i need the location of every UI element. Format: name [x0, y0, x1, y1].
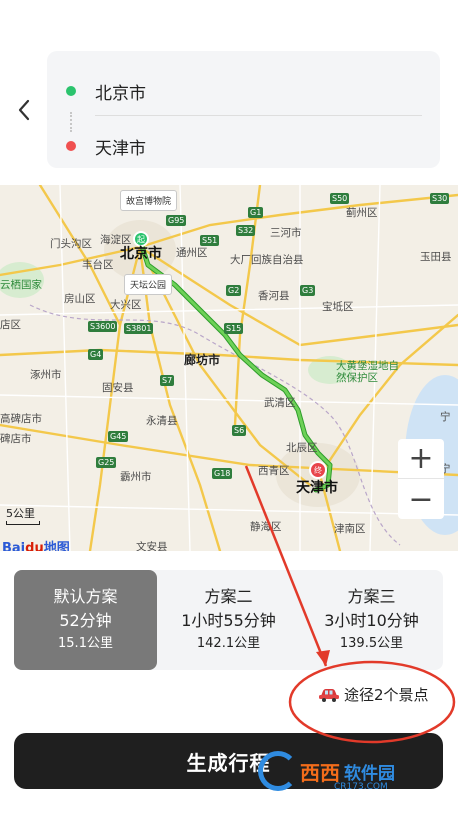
plan-option-two[interactable]: 方案二 1小时55分钟 142.1公里 — [157, 570, 300, 670]
road-shield: S30 — [430, 193, 450, 204]
baidu-logo-du: du — [25, 541, 44, 551]
end-marker-label: 终 — [314, 465, 322, 475]
plan-options: 默认方案 52分钟 15.1公里 方案二 1小时55分钟 142.1公里 方案三… — [14, 570, 443, 670]
road-shield: S51 — [200, 235, 220, 246]
plan-name: 方案三 — [347, 587, 396, 606]
map-label-dian2: 店区 — [0, 319, 21, 331]
start-dot-icon — [66, 86, 76, 96]
road-shield: G3 — [300, 285, 316, 296]
road-shield: S50 — [330, 193, 350, 204]
map-scale-bar — [6, 521, 40, 525]
zoom-out-button[interactable]: − — [398, 479, 444, 519]
road-shield: S3801 — [124, 323, 154, 334]
plan-option-three[interactable]: 方案三 3小时10分钟 139.5公里 — [300, 570, 443, 670]
plan-distance: 142.1公里 — [196, 636, 261, 651]
map-label-yunjuyun: 云栖国家 — [0, 279, 42, 291]
map-label-tongzhou: 通州区 — [176, 247, 208, 259]
end-location-name: 天津市 — [95, 138, 146, 159]
baidu-logo-bai: Bai — [2, 541, 26, 551]
plan-name: 方案二 — [204, 587, 253, 606]
map-label-dian: 碑店市 — [0, 433, 32, 445]
road-shield: S3600 — [88, 321, 118, 332]
map-label-bazhou: 霸州市 — [120, 471, 152, 483]
end-location[interactable]: 天津市 — [47, 118, 440, 174]
map-label-beichen: 北辰区 — [286, 442, 318, 454]
route-map[interactable]: 故宫博物院 天坛公园 起 终 北京市 天津市 廊坊市 海淀区 门头沟区 丰台区 … — [0, 185, 458, 551]
scenic-spots-link[interactable]: 途径2个景点 — [318, 684, 429, 705]
map-scale-label: 5公里 — [6, 507, 35, 520]
plan-time: 1小时55分钟 — [181, 611, 276, 630]
start-location-name: 北京市 — [95, 83, 146, 104]
card-divider — [95, 115, 422, 116]
road-shield: G4 — [88, 349, 104, 360]
map-label-yutian: 玉田县 — [420, 251, 452, 263]
scenic-spots-text: 途径2个景点 — [344, 686, 429, 704]
map-label-dachang: 大厂回族自治县 — [230, 254, 304, 266]
map-label-haidian: 海淀区 — [100, 234, 132, 246]
map-label-mentougou: 门头沟区 — [50, 238, 92, 250]
back-button[interactable] — [10, 92, 38, 128]
poi-callout-palace[interactable]: 故宫博物院 — [120, 190, 178, 211]
road-shield: G18 — [212, 468, 233, 479]
watermark-sub: 软件园 — [344, 763, 395, 784]
map-label-langfang: 廊坊市 — [184, 353, 221, 367]
car-icon — [319, 688, 339, 702]
site-watermark: 西西 软件园 CR173.COM — [258, 740, 438, 802]
plan-time: 52分钟 — [59, 611, 112, 630]
start-location[interactable]: 北京市 — [47, 63, 440, 119]
road-shield: S15 — [224, 323, 244, 334]
zoom-in-button[interactable]: + — [398, 439, 444, 479]
minus-icon: − — [408, 481, 434, 517]
map-label-fengtai: 丰台区 — [82, 259, 114, 271]
plan-option-default[interactable]: 默认方案 52分钟 15.1公里 — [14, 570, 157, 670]
plan-name: 默认方案 — [53, 587, 118, 606]
watermark-logo-icon — [258, 751, 298, 791]
plus-icon: + — [408, 441, 434, 476]
map-label-wenan: 文安县 — [136, 541, 168, 551]
map-label-sanhe: 三河市 — [270, 227, 302, 239]
poi-callout-temple[interactable]: 天坛公园 — [124, 274, 173, 295]
map-label-guan: 固安县 — [102, 382, 134, 394]
map-label-dahuangbao: 大黄堡湿地自然保护区 — [336, 360, 399, 384]
plan-distance: 15.1公里 — [58, 636, 113, 651]
road-shield: S32 — [236, 225, 256, 236]
map-label-baodi: 宝坻区 — [322, 301, 354, 313]
map-label-zhuozhou: 涿州市 — [30, 369, 62, 381]
road-shield: S6 — [232, 425, 247, 436]
road-shield: S7 — [160, 375, 175, 386]
watermark-url: CR173.COM — [334, 782, 388, 792]
road-shield: G25 — [96, 457, 117, 468]
map-label-fangshan: 房山区 — [64, 293, 96, 305]
map-label-gaobeidian: 高碑店市 — [0, 413, 42, 425]
chevron-left-icon — [18, 99, 30, 121]
road-shield: G2 — [226, 285, 242, 296]
road-shield: G45 — [108, 431, 129, 442]
map-label-jinnan: 津南区 — [334, 523, 366, 535]
map-label-daxing: 大兴区 — [110, 299, 142, 311]
map-label-jizhou: 蓟州区 — [346, 207, 378, 219]
route-card: 北京市 天津市 — [47, 51, 440, 168]
map-label-xiqing: 西青区 — [258, 465, 290, 477]
baidu-logo-map: 地图 — [43, 541, 70, 551]
map-label-yongqing: 永清县 — [146, 415, 178, 427]
end-dot-icon — [66, 141, 76, 151]
map-label-wuqing: 武清区 — [264, 397, 296, 409]
baidu-map-logo: Baidu地图 — [2, 537, 70, 551]
road-shield: G1 — [248, 207, 264, 218]
map-label-tianjin: 天津市 — [296, 480, 338, 496]
map-label-ning: 宁 — [440, 411, 451, 423]
plan-time: 3小时10分钟 — [324, 611, 419, 630]
map-label-jinghai: 静海区 — [250, 521, 282, 533]
plan-distance: 139.5公里 — [339, 636, 404, 651]
map-label-xianghe: 香河县 — [258, 290, 290, 302]
road-shield: G95 — [166, 215, 187, 226]
